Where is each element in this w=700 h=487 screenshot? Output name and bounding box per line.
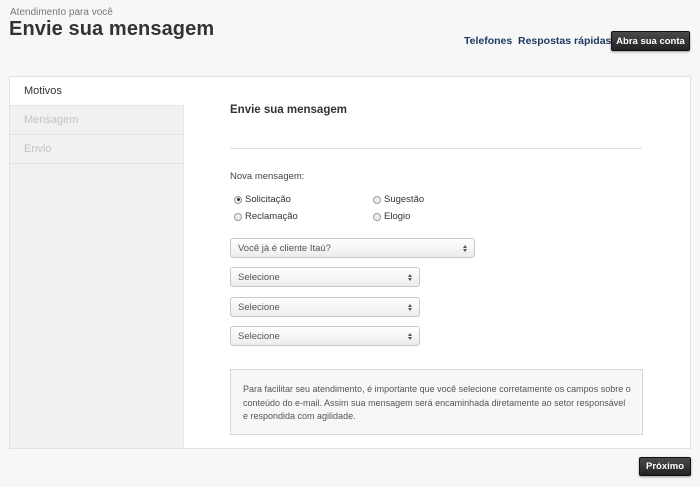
radio-elogio[interactable]: Elogio (373, 211, 410, 222)
select-arrows-icon (407, 331, 413, 342)
page-title: Envie sua mensagem (9, 18, 215, 40)
header-eyebrow: Atendimento para você (10, 7, 113, 18)
radio-label: Reclamação (245, 211, 298, 222)
radio-label: Sugestão (384, 194, 425, 205)
select-value: Selecione (238, 301, 280, 313)
radio-unchecked-icon (373, 195, 381, 204)
open-account-button[interactable]: Abra sua conta (611, 31, 690, 51)
quick-answers-link[interactable]: Respostas rápidas (518, 35, 611, 47)
radio-label: Elogio (384, 211, 411, 222)
phones-link[interactable]: Telefones (464, 35, 512, 47)
next-button[interactable]: Próximo (639, 457, 691, 476)
select-arrows-icon (462, 243, 468, 254)
section-title: Envie sua mensagem (230, 104, 347, 116)
radio-sugestao[interactable]: Sugestão (373, 194, 424, 205)
section-divider (230, 148, 642, 149)
step-envio[interactable]: Envio (10, 135, 183, 164)
select-value: Selecione (238, 330, 280, 342)
radio-unchecked-icon (234, 212, 242, 221)
radio-unchecked-icon (373, 212, 381, 221)
step-motivos[interactable]: Motivos (10, 77, 184, 106)
category-select-3[interactable]: Selecione (230, 326, 420, 346)
category-select-2[interactable]: Selecione (230, 297, 420, 317)
form-content: Envie sua mensagem Nova mensagem: Solici… (184, 77, 690, 448)
radio-reclamacao[interactable]: Reclamação (234, 211, 298, 222)
select-arrows-icon (407, 302, 413, 313)
select-arrows-icon (407, 272, 413, 283)
category-select-1[interactable]: Selecione (230, 267, 420, 287)
customer-select[interactable]: Você já é cliente Itaú? (230, 238, 475, 258)
header: Atendimento para você Envie sua mensagem… (0, 0, 700, 60)
step-mensagem[interactable]: Mensagem (10, 106, 183, 135)
radio-solicitacao[interactable]: Solicitação (234, 194, 291, 205)
form-panel: Motivos Mensagem Envio Envie sua mensage… (9, 76, 691, 449)
radio-label: Solicitação (245, 194, 291, 205)
info-box: Para facilitar seu atendimento, é import… (230, 369, 643, 435)
new-message-label: Nova mensagem: (230, 171, 305, 182)
step-sidebar: Motivos Mensagem Envio (10, 77, 184, 448)
select-value: Você já é cliente Itaú? (238, 242, 331, 254)
radio-checked-icon (234, 195, 242, 204)
select-value: Selecione (238, 271, 280, 283)
